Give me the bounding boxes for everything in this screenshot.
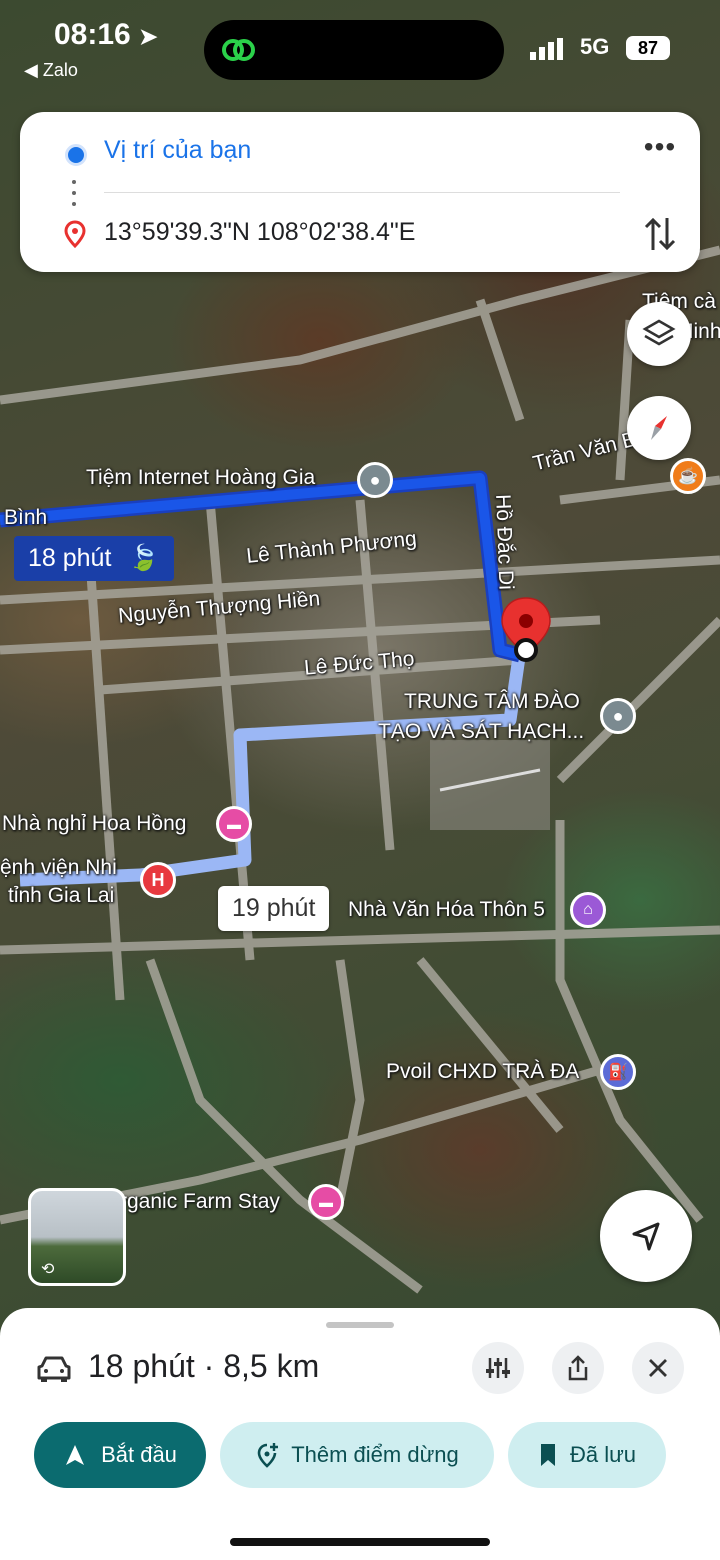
route-bottom-sheet: 18 phút · 8,5 km Bắt đầu Thêm điểm dừng … (0, 1308, 720, 1560)
hospital-pin-icon[interactable]: H (140, 862, 176, 898)
battery-level: 87 (626, 36, 670, 60)
dynamic-island (204, 20, 504, 80)
current-location-dot-icon (65, 144, 87, 166)
place-label-internet[interactable]: Tiệm Internet Hoàng Gia (86, 466, 315, 490)
route-time-alt[interactable]: 19 phút (218, 886, 330, 931)
road-label-binh: Bình (4, 506, 48, 529)
layers-button[interactable] (627, 302, 691, 366)
cafe-pin-icon[interactable]: ☕ (670, 458, 706, 494)
place-label-culture[interactable]: Nhà Văn Hóa Thôn 5 (348, 898, 545, 922)
saved-button[interactable]: Đã lưu (508, 1422, 666, 1488)
close-button[interactable] (632, 1342, 684, 1394)
place-label-hospital-2[interactable]: tỉnh Gia Lai (8, 884, 114, 908)
place-pin-internet[interactable]: ● (357, 462, 393, 498)
location-arrow-icon: ➤ (139, 24, 158, 49)
road-label-ho-dac-di: Hồ Đắc Di (491, 493, 518, 591)
saved-label: Đã lưu (569, 1442, 637, 1467)
link-icon (222, 39, 255, 61)
route-time-primary-text: 18 phút (28, 544, 112, 572)
place-pin-training[interactable]: ● (600, 698, 636, 734)
compass-icon (651, 416, 667, 440)
culture-pin-icon[interactable]: ⌂ (570, 892, 606, 928)
status-bar: 08:16 ➤ ◀ Zalo 5G 87 (0, 0, 720, 100)
place-label-training-2[interactable]: TẠO VÀ SÁT HẠCH... (378, 720, 584, 744)
destination-field[interactable]: 13°59'39.3"N 108°02'38.4"E (104, 218, 415, 247)
navigation-icon (632, 1222, 660, 1251)
street-view-thumbnail[interactable]: ⟲ (28, 1188, 126, 1286)
navigation-arrow-icon (66, 1445, 85, 1465)
home-indicator[interactable] (230, 1538, 490, 1546)
swap-direction-icon[interactable] (640, 212, 680, 256)
farmstay-pin-icon[interactable]: ▬ (308, 1184, 344, 1220)
back-to-app-link[interactable]: ◀ Zalo (24, 60, 78, 81)
filter-icon (486, 1358, 510, 1378)
bookmark-icon (540, 1444, 555, 1466)
recenter-button[interactable] (600, 1190, 692, 1282)
more-options-button[interactable]: ••• (640, 133, 680, 170)
start-button-label: Bắt đầu (101, 1442, 177, 1467)
rotate-360-icon: ⟲ (41, 1261, 55, 1278)
add-stop-button[interactable]: Thêm điểm dừng (220, 1422, 494, 1488)
destination-marker-icon (64, 220, 86, 248)
signal-icon (530, 38, 563, 60)
origin-field[interactable]: Vị trí của bạn (104, 136, 251, 165)
destination-pin-icon[interactable] (496, 594, 556, 674)
close-icon (649, 1359, 667, 1377)
start-button[interactable]: Bắt đầu (34, 1422, 206, 1488)
add-stop-label: Thêm điểm dừng (291, 1442, 459, 1467)
fuel-pin-icon[interactable]: ⛽ (600, 1054, 636, 1090)
network-type: 5G (580, 34, 610, 59)
route-dots-icon (72, 180, 76, 213)
car-icon (37, 1356, 71, 1382)
eco-leaf-icon: 🍃 (128, 544, 160, 572)
hotel-pin-icon[interactable]: ▬ (216, 806, 252, 842)
route-summary: 18 phút · 8,5 km (88, 1348, 320, 1384)
sheet-drag-handle[interactable] (326, 1322, 394, 1328)
share-button[interactable] (552, 1342, 604, 1394)
place-label-training-1[interactable]: TRUNG TÂM ĐÀO (404, 690, 580, 714)
route-time-primary[interactable]: 18 phút 🍃 (14, 536, 174, 581)
status-time: 08:16 ➤ (54, 18, 158, 52)
status-time-text: 08:16 (54, 18, 131, 51)
share-icon (568, 1355, 588, 1381)
compass-button[interactable] (627, 396, 691, 460)
place-label-hospital-1[interactable]: ệnh viện Nhi (0, 856, 117, 880)
place-label-hotel[interactable]: Nhà nghỉ Hoa Hồng (2, 812, 186, 836)
route-options-button[interactable] (472, 1342, 524, 1394)
layers-icon (642, 319, 676, 346)
place-label-fuel[interactable]: Pvoil CHXD TRÀ ĐA (386, 1060, 579, 1084)
add-location-icon (257, 1443, 279, 1468)
place-label-farmstay[interactable]: rganic Farm Stay (120, 1190, 280, 1214)
directions-card: Vị trí của bạn 13°59'39.3"N 108°02'38.4"… (20, 112, 700, 272)
field-divider (104, 192, 620, 193)
